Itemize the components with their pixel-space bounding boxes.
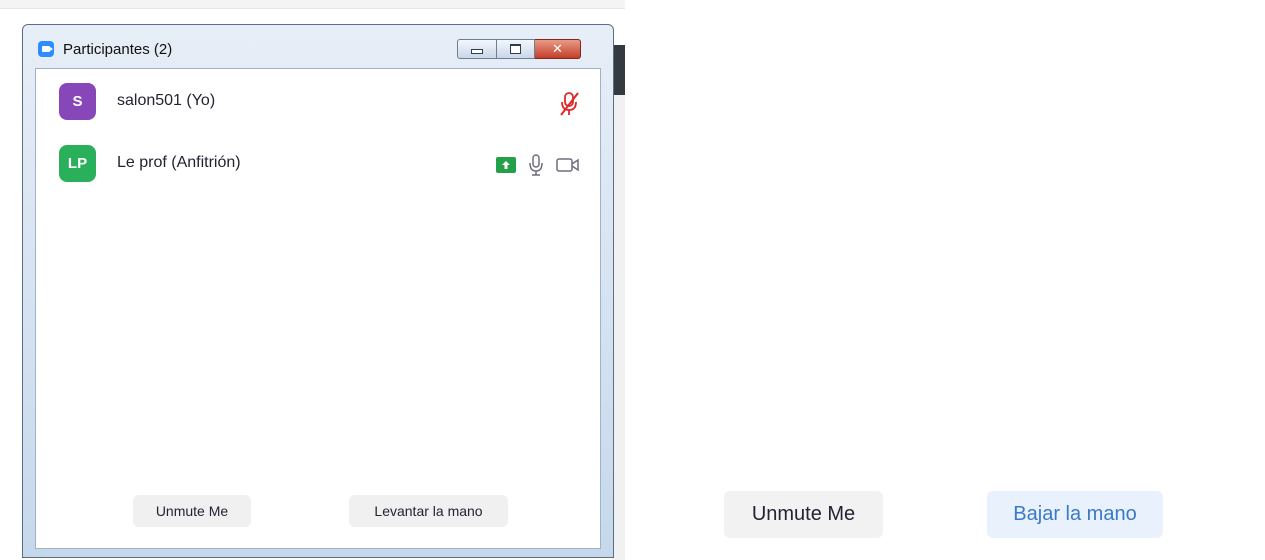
minimize-button[interactable]	[457, 39, 497, 59]
participant-name: Le prof (Anfitrión)	[117, 154, 241, 171]
window-titlebar[interactable]: Participantes (2) ✕	[23, 25, 613, 67]
share-screen-icon	[496, 157, 516, 173]
participant-row[interactable]: S salon501 (Yo)	[36, 79, 600, 127]
unmute-me-button[interactable]: Unmute Me	[133, 495, 251, 527]
avatar: LP	[59, 145, 96, 182]
maximize-icon	[510, 44, 521, 54]
window-title: Participantes (2)	[63, 41, 173, 58]
unmute-me-button-large[interactable]: Unmute Me	[724, 491, 883, 538]
background-toolbar-strip	[0, 0, 625, 9]
participants-window: Participantes (2) ✕ S salon501 (Yo) LP L…	[22, 24, 614, 558]
avatar: S	[59, 83, 96, 120]
minimize-icon	[471, 49, 483, 54]
participant-name: salon501 (Yo)	[117, 92, 216, 109]
participants-list: S salon501 (Yo) LP Le prof (Anfitrión) U…	[35, 68, 601, 549]
close-icon: ✕	[552, 41, 563, 57]
maximize-button[interactable]	[497, 39, 535, 59]
lower-hand-button[interactable]: Bajar la mano	[987, 491, 1163, 538]
participant-row[interactable]: LP Le prof (Anfitrión)	[36, 141, 600, 189]
raise-hand-button[interactable]: Levantar la mano	[349, 495, 508, 527]
microphone-icon[interactable]	[528, 153, 544, 177]
video-camera-icon[interactable]	[556, 156, 580, 174]
muted-mic-icon[interactable]	[558, 91, 580, 117]
zoom-app-icon	[38, 41, 54, 57]
close-button[interactable]: ✕	[535, 39, 581, 59]
